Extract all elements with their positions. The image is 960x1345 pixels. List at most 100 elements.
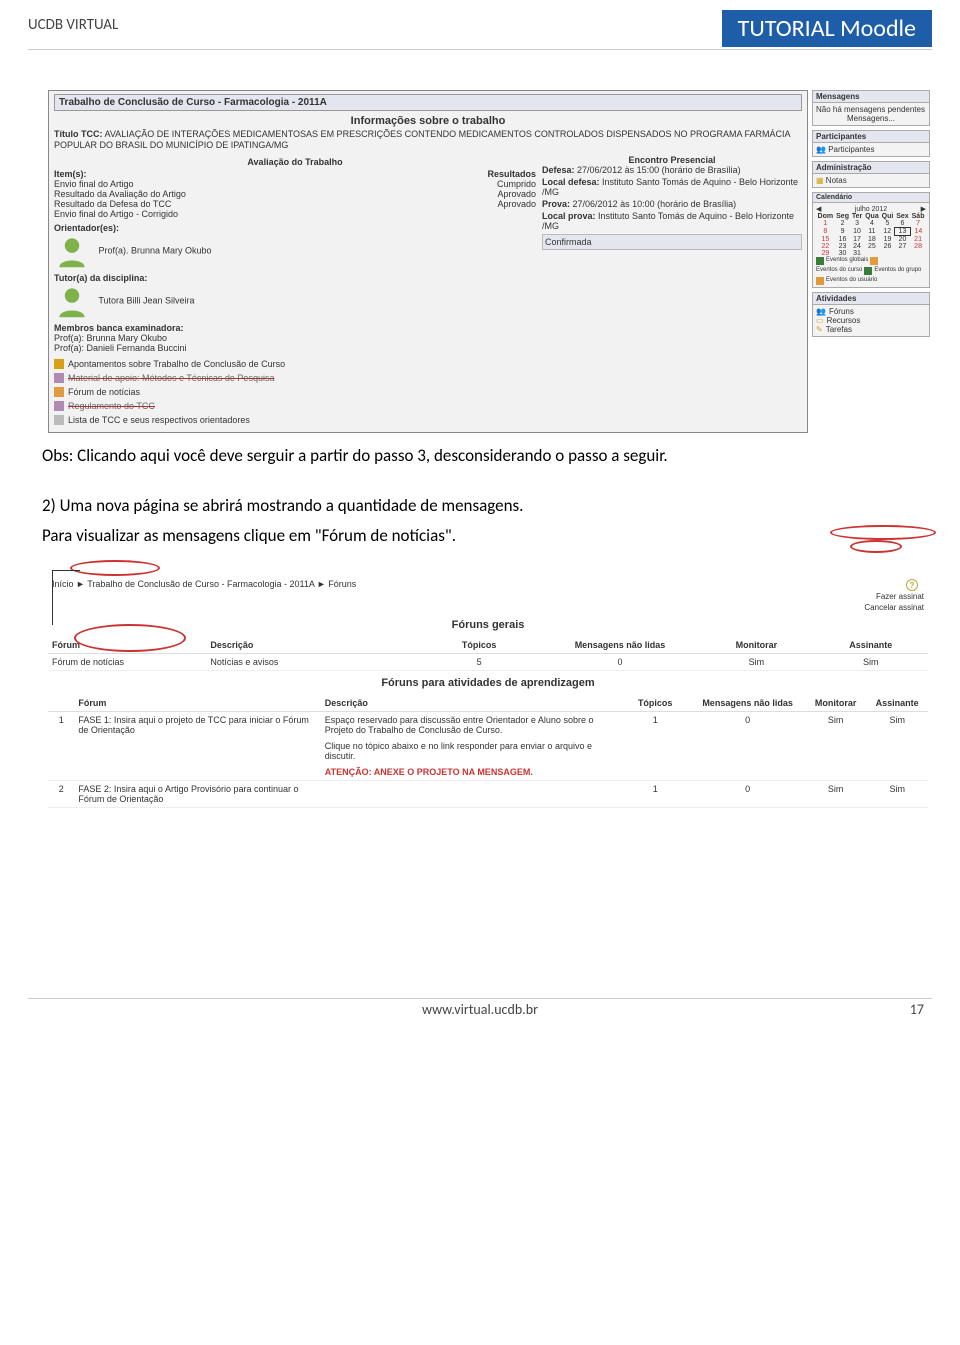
doc-icon [54,359,64,369]
th-desc: Descrição [206,637,417,654]
tasks-icon: ✎ [816,325,823,334]
annotation-ellipse [70,560,160,576]
course-link[interactable]: Regulamento do TCC [68,399,155,413]
defesa-label: Defesa: [542,165,575,175]
calendar-block: Calendário ◀ julho 2012 ▶ DomSegTerQuaQuiS… [812,192,930,288]
titulo-label: Título TCC: [54,129,103,139]
header-left: UCDB VIRTUAL [28,10,118,34]
forum-link[interactable]: FASE 1: Insira aqui o projeto de TCC par… [74,712,320,781]
mensagens-link[interactable]: Mensagens... [816,114,926,123]
resources-icon: ▭ [816,316,824,325]
block-header: Calendário [813,193,929,203]
cell-topicos: 5 [418,654,541,671]
page-header: UCDB VIRTUAL TUTORIAL Moodle [28,10,932,50]
cell-monitorar: Sim [805,712,867,781]
items-header: Item(s): [54,169,87,179]
local-prova-label: Local prova: [542,211,596,221]
encontro-title: Encontro Presencial [542,155,802,165]
atividades-block: Atividades 👥Fóruns ▭Recursos ✎Tarefas [812,292,930,337]
mensagens-text: Não há mensagens pendentes [816,105,926,114]
th-naolidas: Mensagens não lidas [690,695,804,712]
notas-link[interactable]: Notas [826,176,847,185]
cell-topicos: 1 [620,781,690,808]
unsubscribe-link[interactable]: Cancelar assinat [864,603,924,612]
legend-swatch [816,277,824,285]
banca-member: Prof(a): Danieli Fernanda Buccini [54,343,536,353]
orientador-name: Prof(a). Brunna Mary Okubo [99,245,212,255]
cell-topicos: 1 [620,712,690,781]
screenshot-2: Início ► Trabalho de Conclusão de Curso … [48,577,928,818]
doc-icon [54,373,64,383]
avatar-icon [54,233,90,269]
cell-assinante: Sim [866,781,928,808]
help-icon[interactable]: ? [906,579,918,591]
atividades-recursos-link[interactable]: Recursos [827,316,861,325]
banca-label: Membros banca examinadora: [54,323,536,333]
legend-text: Eventos do curso [816,267,862,275]
titulo-text: AVALIAÇÃO DE INTERAÇÕES MEDICAMENTOSAS E… [54,129,790,150]
admin-block: Administração ▦ Notas [812,161,930,188]
footer-url: www.virtual.ucdb.br [28,1001,932,1018]
block-header: Participantes [813,131,929,143]
cal-prev[interactable]: ◀ [816,205,821,213]
orientador-label: Orientador(es): [54,223,536,233]
block-header: Atividades [813,293,929,305]
step-2b: Para visualizar as mensagens clique em "… [42,525,932,547]
grades-icon: ▦ [816,176,824,185]
breadcrumb[interactable]: Início ► Trabalho de Conclusão de Curso … [52,579,356,589]
doc-icon [54,415,64,425]
th-topicos: Tópicos [418,637,541,654]
desc-warning: ATENÇÃO: ANEXE O PROJETO NA MENSAGEM. [325,767,616,777]
calendar-table: DomSegTerQuaQuiSexSáb 1234567 8910111213… [816,213,926,257]
item-name: Resultado da Defesa do TCC [54,199,171,209]
th-forum: Fórum [48,637,206,654]
atividades-tarefas-link[interactable]: Tarefas [826,325,852,334]
forum-icon [54,387,64,397]
forum-link[interactable]: FASE 2: Insira aqui o Artigo Provisório … [74,781,320,808]
page-footer: www.virtual.ucdb.br 17 [28,998,932,1018]
cell-monitorar: Sim [699,654,813,671]
participantes-link[interactable]: Participantes [828,145,874,154]
th-monitorar: Monitorar [805,695,867,712]
cell-naolidas: 0 [541,654,699,671]
row-number: 2 [48,781,74,808]
desc-text: Clique no tópico abaixo e no link respon… [325,741,616,761]
aval-title: Avaliação do Trabalho [54,157,536,167]
row-number: 1 [48,712,74,781]
item-name: Envio final do Artigo [54,179,134,189]
forum-noticias-cell[interactable]: Fórum de notícias [48,654,206,671]
course-title: Trabalho de Conclusão de Curso - Farmaco… [54,94,802,111]
item-name: Resultado da Avaliação do Artigo [54,189,186,199]
item-result: Cumprido [497,179,536,189]
legend-swatch [864,267,872,275]
forum-noticias-link[interactable]: Fórum de notícias [68,385,140,399]
banca-member: Prof(a): Brunna Mary Okubo [54,333,536,343]
results-header: Resultados [487,169,536,179]
legend-text: Eventos do grupo [874,267,921,275]
header-right: TUTORIAL Moodle [722,10,932,47]
course-link[interactable]: Lista de TCC e seus respectivos orientad… [68,413,250,427]
cal-month: julho 2012 [855,206,887,213]
tutor-name: Tutora Billi Jean Silveira [98,295,194,305]
forums-aprendizagem-title: Fóruns para atividades de aprendizagem [48,677,928,689]
subscribe-link[interactable]: Fazer assinat [876,592,924,601]
defesa-text: 27/06/2012 às 15:00 (horário de Brasília… [577,165,741,175]
doc-icon [54,401,64,411]
course-link[interactable]: Apontamentos sobre Trabalho de Conclusão… [68,357,285,371]
th-assinante: Assinante [866,695,928,712]
legend-text: Eventos do usuário [826,277,877,285]
atividades-foruns-link[interactable]: Fóruns [829,307,854,316]
course-link[interactable]: Material de apoio: Métodos e Técnicas de… [68,371,274,385]
cell-monitorar: Sim [805,781,867,808]
status-confirmada: Confirmada [542,234,802,250]
page-number: 17 [910,1001,924,1018]
forums-gerais-title: Fóruns gerais [48,619,928,631]
cal-next[interactable]: ▶ [921,205,926,213]
item-result: Aprovado [497,199,536,209]
people-icon: 👥 [816,145,826,154]
prova-label: Prova: [542,199,570,209]
prova-text: 27/06/2012 às 10:00 (horário de Brasília… [573,199,737,209]
th-desc: Descrição [321,695,620,712]
cell-assinante: Sim [866,712,928,781]
th-monitorar: Monitorar [699,637,813,654]
